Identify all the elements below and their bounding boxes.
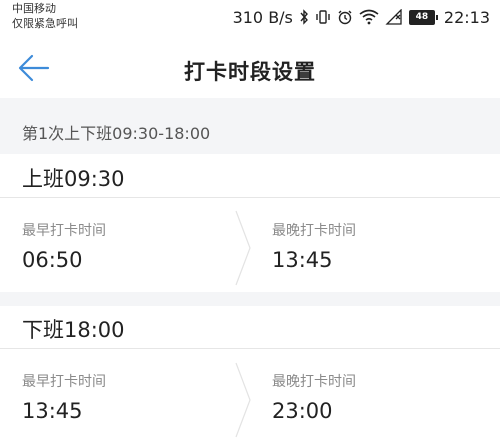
latest-time-off[interactable]: 最晚打卡时间 23:00: [272, 371, 500, 423]
latest-label: 最晚打卡时间: [272, 374, 356, 390]
chevron-separator-icon: [235, 210, 251, 286]
chevron-separator-icon: [235, 362, 251, 438]
carrier-status: 仅限紧急呼叫: [12, 17, 78, 30]
vibrate-icon: [315, 9, 331, 25]
divider: [0, 197, 500, 198]
section-label: 第1次上下班09:30-18:00: [22, 124, 211, 143]
earliest-time-on[interactable]: 最早打卡时间 06:50: [22, 220, 252, 272]
wifi-icon: [359, 9, 379, 25]
shift-title-on: 上班09:30: [22, 167, 125, 191]
net-speed: 310 B/s: [232, 7, 293, 27]
app-header: 打卡时段设置: [0, 36, 500, 98]
earliest-label: 最早打卡时间: [22, 374, 106, 390]
earliest-time-off[interactable]: 最早打卡时间 13:45: [22, 371, 252, 423]
battery-level: 48: [408, 9, 435, 25]
status-icons: 310 B/s 48 22:13: [233, 6, 490, 28]
spacer-band: [0, 292, 500, 306]
status-bar: 中国移动 仅限紧急呼叫 310 B/s 48 22:13: [0, 0, 500, 36]
alarm-icon: [337, 9, 353, 25]
latest-label: 最晚打卡时间: [272, 223, 356, 239]
clock: 22:13: [443, 7, 490, 27]
earliest-label: 最早打卡时间: [22, 223, 106, 239]
latest-value: 13:45: [272, 248, 333, 272]
page-title: 打卡时段设置: [184, 60, 316, 84]
bluetooth-icon: [299, 9, 309, 25]
battery-icon: 48: [408, 9, 438, 25]
latest-value: 23:00: [272, 399, 333, 423]
carrier-name: 中国移动: [12, 2, 56, 15]
earliest-value: 06:50: [22, 248, 83, 272]
latest-time-on[interactable]: 最晚打卡时间 13:45: [272, 220, 500, 272]
carrier-info: 中国移动 仅限紧急呼叫: [12, 1, 78, 31]
section-band: 第1次上下班09:30-18:00: [0, 98, 500, 154]
earliest-value: 13:45: [22, 399, 83, 423]
divider: [0, 348, 500, 349]
shift-title-off: 下班18:00: [22, 318, 125, 342]
signal-icon: [385, 9, 403, 25]
